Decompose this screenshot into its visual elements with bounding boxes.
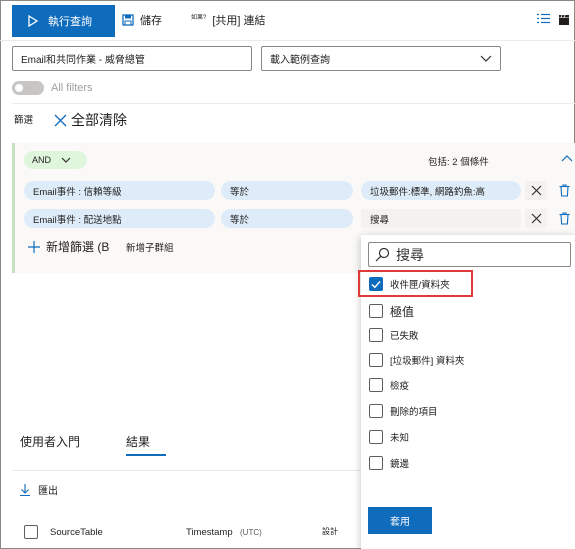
dropdown-option[interactable]: 極值 xyxy=(369,302,559,320)
clear-all-label: 全部清除 xyxy=(71,112,127,128)
toggle-knob xyxy=(15,84,23,92)
search-placeholder: 搜尋 xyxy=(396,246,424,263)
play-icon xyxy=(28,15,38,27)
share-link-label: [共用] 連結 xyxy=(212,15,266,27)
sample-query-value: 載入範例查詢 xyxy=(270,55,330,66)
option-checkbox[interactable] xyxy=(369,304,383,318)
option-label: 刪除的項目 xyxy=(390,407,438,418)
export-label: 匯出 xyxy=(38,486,58,497)
sample-query-select[interactable]: 載入範例查詢 xyxy=(261,46,501,71)
add-filter-button[interactable]: 新增篩選 (B xyxy=(28,238,109,255)
chevron-down-icon xyxy=(480,55,492,62)
run-query-label: 執行查詢 xyxy=(48,16,92,28)
apply-button[interactable]: 套用 xyxy=(368,507,432,534)
dropdown-option[interactable]: 鏡邊 xyxy=(369,454,559,472)
add-filter-label: 新增篩選 (B xyxy=(46,240,110,254)
option-label: 未知 xyxy=(390,433,410,444)
condition-value-search[interactable]: 搜尋 xyxy=(361,209,521,228)
condition-value[interactable]: 垃圾郵件:標準, 網路釣魚:高 xyxy=(361,181,521,200)
chevron-up-icon[interactable] xyxy=(561,154,573,163)
select-all-checkbox[interactable] xyxy=(24,525,38,539)
search-icon xyxy=(375,247,390,262)
dropdown-option[interactable]: 刪除的項目 xyxy=(369,402,559,420)
option-label: 極值 xyxy=(390,304,415,319)
all-filters-label: All filters xyxy=(51,82,93,94)
clapper-icon[interactable] xyxy=(558,14,570,26)
share-prefix: 如果? xyxy=(191,14,207,21)
tab-results[interactable]: 結果 xyxy=(126,433,150,450)
option-label: 已失敗 xyxy=(390,331,419,342)
trash-icon[interactable] xyxy=(559,184,570,197)
column-header[interactable]: Timestamp xyxy=(186,527,233,538)
dropdown-search-input[interactable]: 搜尋 xyxy=(368,242,571,267)
condition-field[interactable]: Email事件 : 配送地點 xyxy=(24,209,215,228)
dropdown-option[interactable]: 未知 xyxy=(369,428,559,446)
column-header[interactable]: SourceTable xyxy=(50,527,103,538)
logic-operator-select[interactable]: AND xyxy=(24,151,87,169)
dropdown-option[interactable]: [垃圾郵件] 資料夾 xyxy=(369,351,559,369)
option-label: [垃圾郵件] 資料夾 xyxy=(390,356,465,367)
option-label: 檢疫 xyxy=(390,381,410,392)
download-icon xyxy=(20,483,30,496)
plus-icon xyxy=(28,240,40,253)
option-checkbox[interactable] xyxy=(369,404,383,418)
divider xyxy=(12,103,575,104)
list-view-icon[interactable] xyxy=(537,13,550,24)
remove-condition-button[interactable] xyxy=(525,209,547,228)
column-header[interactable]: 設計 xyxy=(322,526,338,537)
dropdown-option[interactable]: 檢疫 xyxy=(369,376,559,394)
save-icon xyxy=(122,14,134,26)
close-icon xyxy=(54,114,67,126)
divider xyxy=(12,470,361,471)
all-filters-toggle[interactable] xyxy=(12,81,44,95)
export-button[interactable]: 匯出 xyxy=(20,482,58,497)
logic-operator-value: AND xyxy=(32,155,52,165)
tab-getting-started[interactable]: 使用者入門 xyxy=(20,433,80,450)
remove-condition-button[interactable] xyxy=(525,181,547,200)
add-subgroup-button[interactable]: 新增子群組 xyxy=(126,240,174,254)
option-checkbox[interactable] xyxy=(369,430,383,444)
condition-operator[interactable]: 等於 xyxy=(221,181,353,200)
active-tab-indicator xyxy=(126,454,166,456)
query-category-value: Email和共同作業 - 威脅總管 xyxy=(21,55,145,66)
run-query-button[interactable]: 執行查詢 xyxy=(12,5,115,37)
option-checkbox[interactable] xyxy=(369,456,383,470)
condition-field[interactable]: Email事件 : 信賴等級 xyxy=(24,181,215,200)
column-header-unit: (UTC) xyxy=(240,528,262,537)
option-checkbox[interactable] xyxy=(369,328,383,342)
filter-label: 篩選 xyxy=(14,115,34,126)
option-checkbox[interactable] xyxy=(369,353,383,367)
selected-option-highlight xyxy=(358,270,473,297)
option-checkbox[interactable] xyxy=(369,378,383,392)
toolbar-divider xyxy=(0,40,575,41)
clear-all-button[interactable]: 全部清除 xyxy=(54,110,127,130)
query-category-select[interactable]: Email和共同作業 - 威脅總管 xyxy=(12,46,252,71)
includes-summary: 包括: 2 個條件 xyxy=(428,157,489,168)
condition-operator[interactable]: 等於 xyxy=(221,209,353,228)
chevron-down-icon xyxy=(61,157,71,163)
save-label: 儲存 xyxy=(140,15,162,27)
dropdown-option[interactable]: 已失敗 xyxy=(369,326,559,344)
close-icon xyxy=(531,213,541,224)
close-icon xyxy=(531,185,541,196)
trash-icon[interactable] xyxy=(559,212,570,225)
option-label: 鏡邊 xyxy=(390,459,410,470)
share-link-button[interactable]: 如果? [共用] 連結 xyxy=(191,12,266,28)
save-button[interactable]: 儲存 xyxy=(122,12,162,28)
